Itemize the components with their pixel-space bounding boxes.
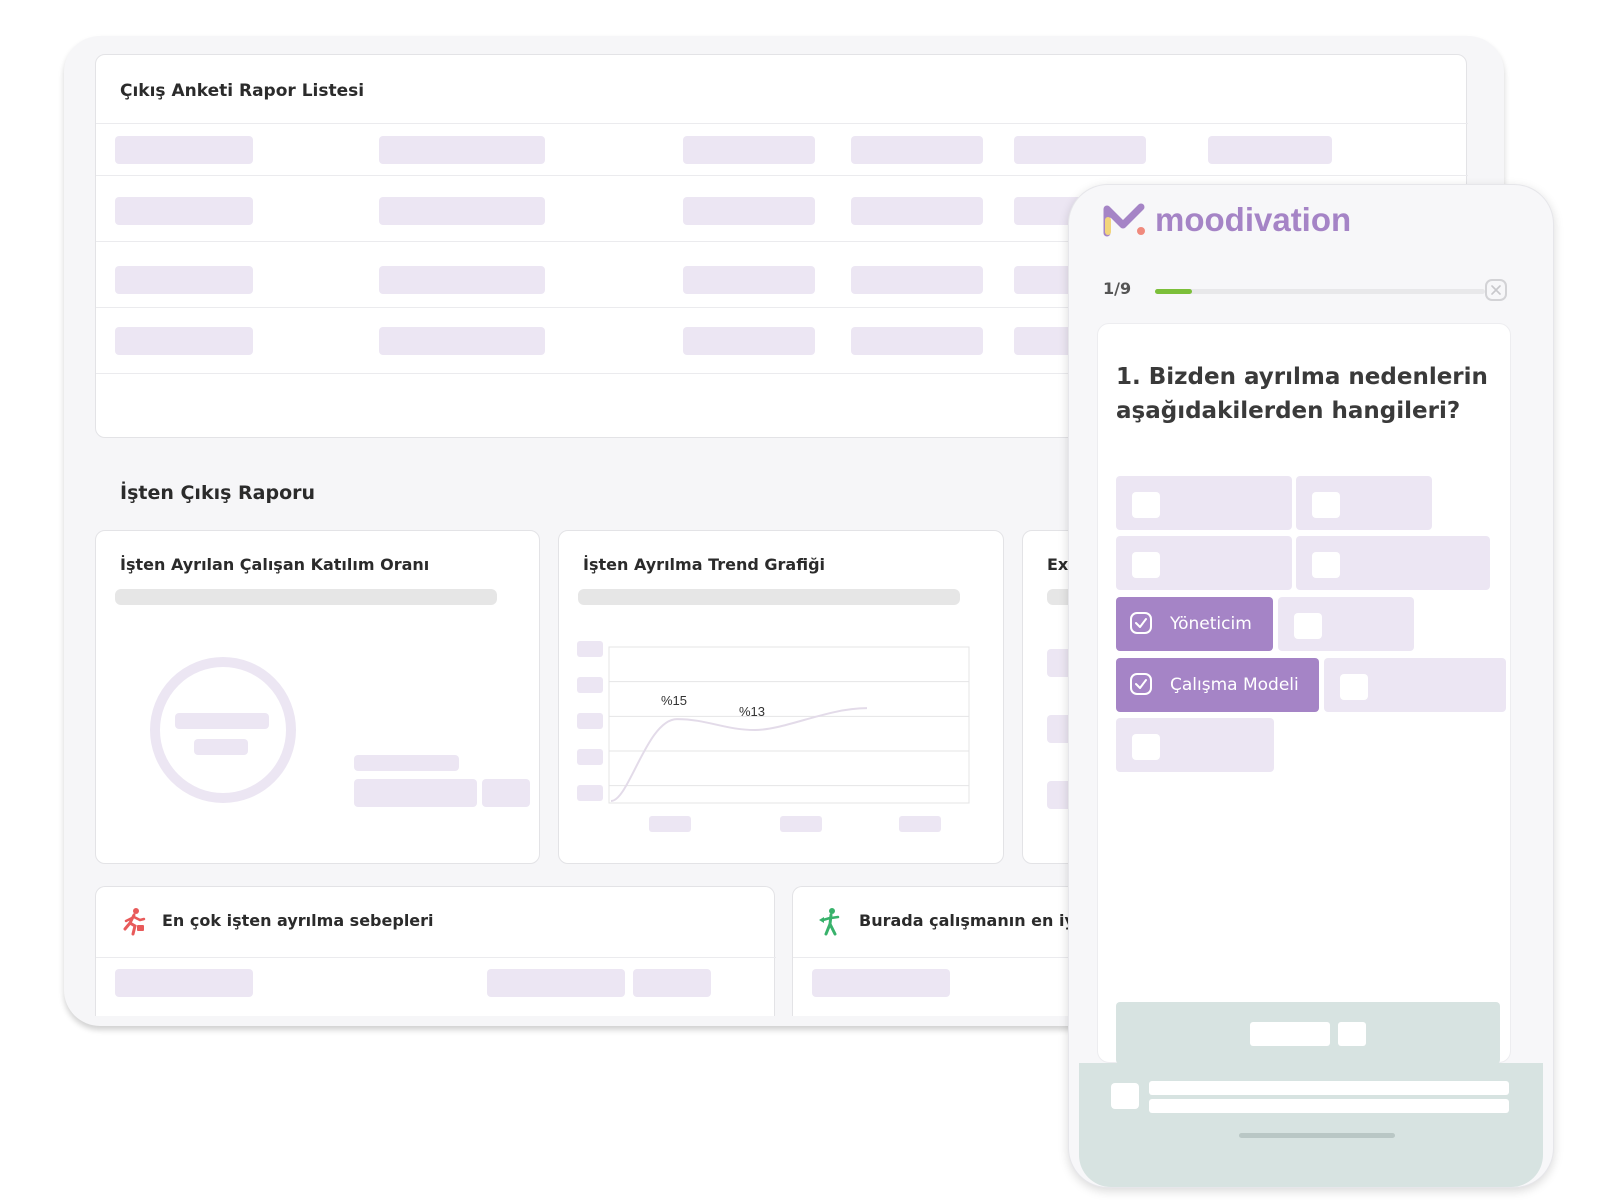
trend-card-title: İşten Ayrılma Trend Grafiği (583, 555, 826, 574)
option-unselected[interactable] (1296, 476, 1432, 530)
moodivation-logo-icon (1103, 203, 1145, 237)
list-item-placeholder (633, 969, 711, 997)
trend-line (610, 707, 868, 802)
option-unselected[interactable] (1278, 597, 1414, 651)
table-cell-placeholder (379, 197, 545, 225)
legend-placeholder (482, 779, 530, 807)
checkbox[interactable] (1132, 492, 1160, 518)
option-unselected[interactable] (1116, 476, 1292, 530)
progress-label: 1/9 (1103, 279, 1132, 298)
footer-text-placeholder (1149, 1081, 1509, 1095)
exit-report-title: İşten Çıkış Raporu (120, 482, 316, 504)
bottom-bar (1079, 1063, 1543, 1187)
x-tick-placeholder (780, 816, 822, 832)
footer-text-placeholder (1149, 1099, 1509, 1113)
table-cell-placeholder (851, 327, 983, 355)
participation-card: İşten Ayrılan Çalışan Katılım Oranı (95, 530, 540, 864)
option-label: Çalışma Modeli (1170, 675, 1299, 695)
donut-label-placeholder (194, 739, 248, 755)
donut-chart-placeholder (150, 657, 296, 803)
check-icon (1130, 673, 1152, 695)
table-cell-placeholder (115, 197, 253, 225)
list-item-placeholder (115, 969, 253, 997)
trend-chart: %15 %13 (577, 641, 970, 832)
list-item-placeholder (812, 969, 950, 997)
checkbox[interactable] (1132, 734, 1160, 760)
question-text: 1. Bizden ayrılma nedenlerin aşağıdakile… (1116, 364, 1488, 424)
y-tick-placeholder (577, 749, 603, 765)
table-cell-placeholder (683, 136, 815, 164)
x-tick-placeholder (649, 816, 691, 832)
table-cell-placeholder (379, 266, 545, 294)
option-unselected[interactable] (1324, 658, 1506, 712)
table-cell-placeholder (1208, 136, 1332, 164)
question-card: 1. Bizden ayrılma nedenlerin aşağıdakile… (1097, 323, 1511, 1064)
table-cell-placeholder (379, 327, 545, 355)
table-cell-placeholder (115, 266, 253, 294)
home-indicator (1239, 1133, 1395, 1138)
data-label: %13 (739, 704, 765, 719)
y-tick-placeholder (577, 677, 603, 693)
table-cell-placeholder (379, 136, 545, 164)
option-label: Yöneticim (1170, 614, 1252, 634)
table-cell-placeholder (683, 266, 815, 294)
y-tick-placeholder (577, 785, 603, 801)
button-label-placeholder (1250, 1022, 1330, 1046)
option-unselected[interactable] (1116, 718, 1274, 772)
checkbox[interactable] (1312, 492, 1340, 518)
report-list-title: Çıkış Anketi Rapor Listesi (120, 81, 365, 101)
brand-name: moodivation (1155, 201, 1352, 238)
checkbox[interactable] (1312, 552, 1340, 578)
checkbox[interactable] (1294, 613, 1322, 639)
table-cell-placeholder (851, 266, 983, 294)
option-unselected[interactable] (1116, 536, 1292, 590)
participation-card-title: İşten Ayrılan Çalışan Katılım Oranı (120, 555, 430, 574)
divider (96, 175, 1468, 176)
legend-placeholder (354, 779, 477, 807)
legend-placeholder (354, 755, 459, 771)
progress-fill (1155, 289, 1192, 294)
next-button[interactable] (1116, 1002, 1500, 1064)
y-tick-placeholder (577, 641, 603, 657)
table-cell-placeholder (683, 327, 815, 355)
data-label: %15 (661, 693, 687, 708)
table-cell-placeholder (851, 136, 983, 164)
top-reasons-title: En çok işten ayrılma sebepleri (162, 911, 434, 930)
table-cell-placeholder (115, 136, 253, 164)
divider (96, 957, 776, 958)
walking-person-icon (819, 908, 840, 936)
subtitle-placeholder (115, 589, 497, 605)
survey-phone: moodivation 1/9 1. Bizden ayrılma nedenl… (1068, 184, 1554, 1188)
close-button[interactable] (1485, 279, 1507, 301)
button-icon-placeholder (1338, 1022, 1366, 1046)
trend-card: İşten Ayrılma Trend Grafiği %15 %13 (558, 530, 1004, 864)
donut-label-placeholder (175, 713, 269, 729)
table-cell-placeholder (115, 327, 253, 355)
list-item-placeholder (487, 969, 625, 997)
table-cell-placeholder (683, 197, 815, 225)
x-tick-placeholder (899, 816, 941, 832)
best-aspects-title: Burada çalışmanın en iyi (859, 911, 1081, 930)
running-person-icon (123, 908, 146, 936)
subtitle-placeholder (578, 589, 960, 605)
close-icon (1491, 285, 1501, 295)
table-cell-placeholder (851, 197, 983, 225)
option-selected-manager[interactable]: Yöneticim (1116, 597, 1273, 651)
top-reasons-card: En çok işten ayrılma sebepleri (95, 886, 776, 1016)
progress-track (1155, 289, 1485, 294)
checkbox[interactable] (1132, 552, 1160, 578)
option-selected-work-model[interactable]: Çalışma Modeli (1116, 658, 1319, 712)
y-tick-placeholder (577, 713, 603, 729)
option-unselected[interactable] (1296, 536, 1490, 590)
divider (96, 123, 1468, 124)
check-icon (1130, 612, 1152, 634)
table-cell-placeholder (1014, 136, 1146, 164)
checkbox[interactable] (1340, 674, 1368, 700)
footer-icon-placeholder (1111, 1083, 1139, 1109)
